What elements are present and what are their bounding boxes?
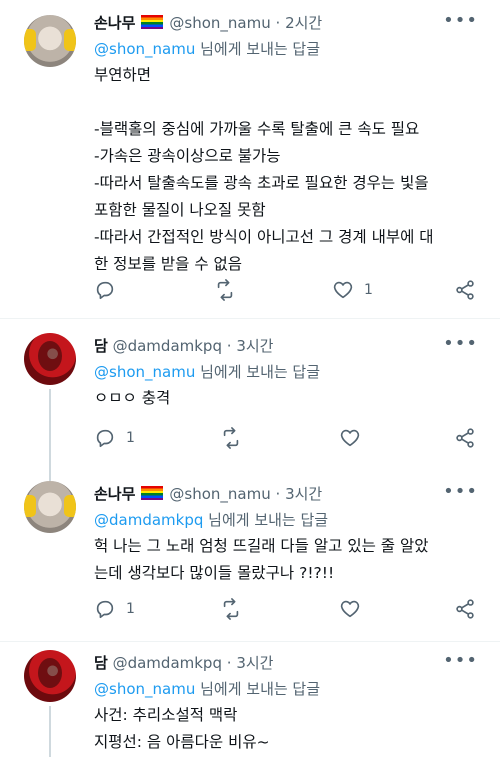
rainbow-flag-icon [141,15,164,29]
reply-icon [96,281,114,300]
retweet-button[interactable] [214,278,236,302]
tweet-text-line: 헉 나는 그 노래 엄청 뜨길래 다들 알고 있는 줄 알았 [94,537,429,555]
tweet-text-line: 지평선: 음 아름다운 비유~ [94,733,270,751]
avatar[interactable] [24,481,76,533]
retweet-button[interactable] [220,597,242,621]
tweet-text-line: 부연하면 [94,66,152,84]
tweet-text-line: 사건: 추리소설적 맥락 [94,706,238,724]
share-button[interactable] [454,597,476,621]
user-name[interactable]: 담 [94,654,108,672]
retweet-icon [223,427,239,449]
thread-line [49,706,51,757]
reply-to: @shon_namu 님에게 보내는 답글 [94,38,320,59]
action-bar: 1 [94,426,484,450]
mention-link[interactable]: @damdamkpq [94,511,203,529]
tweet-text: 부연하면 -블랙홀의 중심에 가까울 수록 탈출에 큰 속도 필요 -가속은 광… [94,62,484,278]
user-name[interactable]: 손나무 [94,485,135,503]
timestamp[interactable]: 3시간 [285,485,322,503]
tweet-text-line: 포함한 물질이 나오질 못함 [94,201,266,219]
separator-dot: · [275,485,281,503]
rainbow-flag-icon [141,486,164,500]
mention-link[interactable]: @shon_namu [94,40,195,58]
heart-icon [333,281,353,299]
tweet-text-line: -블랙홀의 중심에 가까울 수록 탈출에 큰 속도 필요 [94,120,420,138]
reply-button[interactable]: 1 [94,426,135,450]
timestamp[interactable]: 2시간 [285,14,322,32]
tweet-header: 담 @damdamkpq · 3시간 [94,652,273,673]
tweet-text: 사건: 추리소설적 맥락 지평선: 음 아름다운 비유~ [94,702,484,756]
tweet-header: 담 @damdamkpq · 3시간 [94,335,273,356]
retweet-icon [217,279,233,301]
like-count: 1 [364,282,373,298]
tweet-text: ㅇㅁㅇ 충격 [94,385,484,412]
avatar[interactable] [24,650,76,702]
more-icon[interactable]: ••• [443,650,478,671]
user-handle[interactable]: @shon_namu [169,14,270,32]
user-handle[interactable]: @shon_namu [169,485,270,503]
tweet[interactable]: 담 @damdamkpq · 3시간 ••• @shon_namu 님에게 보내… [0,642,500,757]
tweet-text-line [94,89,484,116]
tweet-text-line: 는데 생각보다 많이들 몰랐구나 ?!?!! [94,564,335,582]
reply-to: @shon_namu 님에게 보내는 답글 [94,361,320,382]
avatar[interactable] [24,15,76,67]
tweet[interactable]: 손나무 @shon_namu · 3시간 ••• @damdamkpq 님에게 보… [0,471,500,641]
tweet-text-line: -따라서 탈출속도를 광속 초과로 필요한 경우는 빛을 [94,174,429,192]
more-icon[interactable]: ••• [443,10,478,31]
retweet-icon [223,598,239,620]
reply-to: @damdamkpq 님에게 보내는 답글 [94,509,328,530]
action-bar: 1 [94,278,484,302]
reply-to-suffix: 님에게 보내는 답글 [195,680,321,698]
timestamp[interactable]: 3시간 [236,654,273,672]
avatar[interactable] [24,333,76,385]
reply-icon [96,600,114,619]
tweet-text-line: ㅇㅁㅇ 충격 [94,389,171,407]
mention-link[interactable]: @shon_namu [94,363,195,381]
share-icon [456,280,474,300]
reply-to-suffix: 님에게 보내는 답글 [195,40,321,58]
reply-to: @shon_namu 님에게 보내는 답글 [94,678,320,699]
share-button[interactable] [454,426,476,450]
thread-line [49,389,51,471]
like-button[interactable] [339,426,371,450]
share-button[interactable] [454,278,476,302]
heart-icon [340,429,360,447]
reply-icon [96,429,114,448]
user-handle[interactable]: @damdamkpq [113,337,222,355]
thread-line [49,471,51,481]
heart-icon [340,600,360,618]
like-button[interactable]: 1 [332,278,373,302]
more-icon[interactable]: ••• [443,481,478,502]
user-name[interactable]: 담 [94,337,108,355]
tweet-header: 손나무 @shon_namu · 3시간 [94,483,322,504]
separator-dot: · [226,337,232,355]
tweet[interactable]: 담 @damdamkpq · 3시간 ••• @shon_namu 님에게 보내… [0,319,500,471]
more-icon[interactable]: ••• [443,333,478,354]
reply-count: 1 [126,430,135,446]
tweet-text-line: -따라서 간접적인 방식이 아니고선 그 경계 내부에 대 [94,228,434,246]
mention-link[interactable]: @shon_namu [94,680,195,698]
share-icon [456,428,474,448]
share-icon [456,599,474,619]
reply-to-suffix: 님에게 보내는 답글 [203,511,329,529]
like-button[interactable] [339,597,371,621]
timestamp[interactable]: 3시간 [236,337,273,355]
reply-to-suffix: 님에게 보내는 답글 [195,363,321,381]
tweet-text-line: -가속은 광속이상으로 불가능 [94,147,281,165]
user-name[interactable]: 손나무 [94,14,135,32]
tweet-text: 헉 나는 그 노래 엄청 뜨길래 다들 알고 있는 줄 알았 는데 생각보다 많… [94,533,484,587]
reply-button[interactable] [94,278,126,302]
reply-button[interactable]: 1 [94,597,135,621]
reply-count: 1 [126,601,135,617]
action-bar: 1 [94,597,484,621]
separator-dot: · [226,654,232,672]
tweet-text-line: 한 정보를 받을 수 없음 [94,255,243,273]
tweet[interactable]: 손나무 @shon_namu · 2시간 ••• @shon_namu 님에게 보… [0,0,500,318]
user-handle[interactable]: @damdamkpq [113,654,222,672]
retweet-button[interactable] [220,426,242,450]
tweet-header: 손나무 @shon_namu · 2시간 [94,12,322,33]
separator-dot: · [275,14,281,32]
